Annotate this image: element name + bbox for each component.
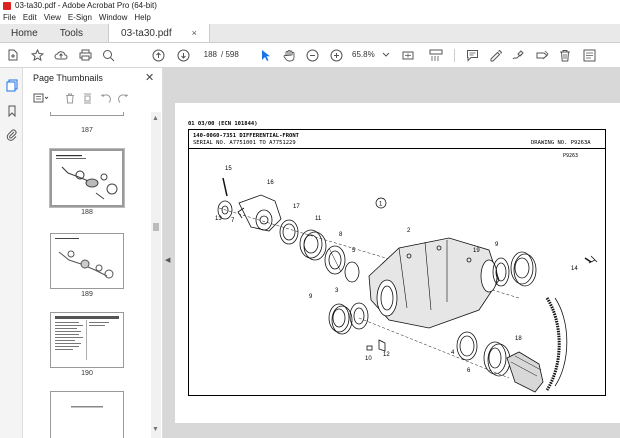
- callout-15: 15: [225, 166, 232, 172]
- callout-18: 18: [515, 336, 522, 342]
- menu-esign[interactable]: E-Sign: [68, 13, 92, 22]
- hand-tool-icon[interactable]: [282, 48, 296, 62]
- callout-14: 14: [571, 266, 578, 272]
- thumbnail-189[interactable]: [50, 233, 124, 289]
- thumbnail-label-190: 190: [81, 370, 93, 377]
- callout-16: 16: [267, 180, 274, 186]
- window-title: 03-ta30.pdf - Adobe Acrobat Pro (64-bit): [15, 1, 157, 10]
- callout-7: 7: [231, 218, 235, 224]
- page-thumbnails-panel: Page Thumbnails ✕ 187 188 189 190 ▲ ▼: [23, 68, 163, 438]
- tab-bar: Home Tools 03-ta30.pdf ×: [0, 24, 620, 43]
- zoom-search-icon[interactable]: [101, 48, 115, 62]
- bookmarks-icon[interactable]: [5, 104, 18, 117]
- tab-document-label: 03-ta30.pdf: [121, 27, 172, 39]
- callout-3: 3: [335, 288, 339, 294]
- page-up-icon[interactable]: [151, 48, 165, 62]
- page-number-input[interactable]: 188: [195, 48, 219, 61]
- thumbnail-list: 187 188 189 190: [23, 112, 153, 438]
- tab-close-icon[interactable]: ×: [192, 28, 197, 38]
- group-code: 01 03/00 (ECN 101844): [188, 121, 258, 127]
- scroll-down-icon[interactable]: ▼: [152, 426, 159, 433]
- more-tools-icon[interactable]: [582, 48, 596, 62]
- callout-19: 19: [473, 248, 480, 254]
- drawing-number: DRAWING NO. P9263A: [531, 140, 591, 146]
- scroll-up-icon[interactable]: ▲: [152, 115, 159, 122]
- toolbar-separator: [454, 49, 455, 62]
- thumbnail-188[interactable]: [49, 148, 125, 208]
- zoom-level-input[interactable]: 65.8%: [352, 48, 375, 61]
- menu-view[interactable]: View: [44, 13, 61, 22]
- pdf-page: 01 03/00 (ECN 101844) 140-0060-7351 DIFF…: [175, 103, 620, 423]
- left-navigation-rail: [0, 68, 23, 438]
- thumbnail-label-187: 187: [81, 127, 93, 134]
- menu-file[interactable]: File: [3, 13, 16, 22]
- tab-home[interactable]: Home: [0, 24, 49, 42]
- acrobat-icon: [3, 1, 11, 10]
- callout-1: 1: [379, 202, 383, 208]
- zoom-in-icon[interactable]: [329, 48, 343, 62]
- callout-4: 4: [451, 350, 455, 356]
- document-viewer[interactable]: ◀ 01 03/00 (ECN 101844) 140-0060-7351 DI…: [163, 68, 620, 438]
- callout-13: 13: [215, 216, 222, 222]
- thumbnail-190[interactable]: [50, 312, 124, 368]
- callout-2: 2: [407, 228, 411, 234]
- collapse-panel-icon[interactable]: ◀: [165, 256, 170, 264]
- delete-icon[interactable]: [558, 48, 572, 62]
- callout-17: 17: [293, 204, 300, 210]
- draw-markup-icon[interactable]: [511, 48, 525, 62]
- tab-document[interactable]: 03-ta30.pdf ×: [108, 24, 210, 42]
- menu-edit[interactable]: Edit: [23, 13, 37, 22]
- callout-12: 12: [383, 352, 390, 358]
- thumbnail-options-icon[interactable]: [33, 93, 49, 106]
- callout-11: 11: [315, 216, 322, 222]
- attachments-icon[interactable]: [5, 128, 18, 141]
- new-icon[interactable]: [6, 48, 20, 62]
- delete-page-icon[interactable]: [65, 93, 75, 107]
- rotate-left-icon[interactable]: [100, 93, 111, 107]
- panel-title: Page Thumbnails: [33, 73, 103, 83]
- thumbnail-label-188: 188: [81, 209, 93, 216]
- callout-9: 9: [495, 242, 499, 248]
- fit-page-icon[interactable]: [401, 48, 415, 62]
- scrollbar-thumb[interactable]: [153, 223, 159, 231]
- extract-page-icon[interactable]: [82, 93, 93, 107]
- thumbnail-toolbar: [23, 90, 163, 108]
- page-thumbnails-icon[interactable]: [5, 79, 18, 92]
- thumbnail-label-189: 189: [81, 291, 93, 298]
- rotate-right-icon[interactable]: [118, 93, 129, 107]
- callout-6: 6: [467, 368, 471, 374]
- callout-10: 10: [365, 356, 372, 362]
- fill-sign-icon[interactable]: [535, 48, 549, 62]
- menu-help[interactable]: Help: [134, 13, 150, 22]
- print-icon[interactable]: [78, 48, 92, 62]
- tab-tools[interactable]: Tools: [49, 24, 94, 42]
- toolbar: 188 / 598 65.8%: [0, 43, 620, 68]
- bookmark-star-icon[interactable]: [30, 48, 44, 62]
- zoom-out-icon[interactable]: [305, 48, 319, 62]
- comment-icon[interactable]: [465, 48, 479, 62]
- callout-8: 8: [339, 232, 343, 238]
- menu-bar: File Edit View E-Sign Window Help: [0, 11, 620, 24]
- highlight-pen-icon[interactable]: [488, 48, 502, 62]
- drawing-frame: 140-0060-7351 DIFFERENTIAL-FRONT SERIAL …: [188, 129, 606, 396]
- serial-range: SERIAL NO. A7751001 TO A7751229: [193, 140, 296, 146]
- page-down-icon[interactable]: [176, 48, 190, 62]
- scroll-mode-icon[interactable]: [429, 48, 443, 62]
- title-bar: 03-ta30.pdf - Adobe Acrobat Pro (64-bit): [0, 0, 620, 11]
- thumbnail-187[interactable]: [50, 112, 124, 116]
- exploded-parts-diagram: 15 16 13 7 17 11 8 5 2 19 9 9 3 10 12 4: [215, 166, 598, 393]
- zoom-dropdown-icon[interactable]: [379, 48, 393, 62]
- select-cursor-icon[interactable]: [259, 48, 273, 62]
- close-icon[interactable]: ✕: [145, 71, 154, 84]
- page-total: / 598: [221, 50, 239, 59]
- menu-window[interactable]: Window: [99, 13, 127, 22]
- part-title: 140-0060-7351 DIFFERENTIAL-FRONT: [193, 133, 299, 139]
- thumbnail-191[interactable]: [50, 391, 124, 438]
- callout-9b: 9: [309, 294, 313, 300]
- thumbnail-scrollbar[interactable]: ▲ ▼: [151, 112, 161, 438]
- cloud-upload-icon[interactable]: [54, 48, 68, 62]
